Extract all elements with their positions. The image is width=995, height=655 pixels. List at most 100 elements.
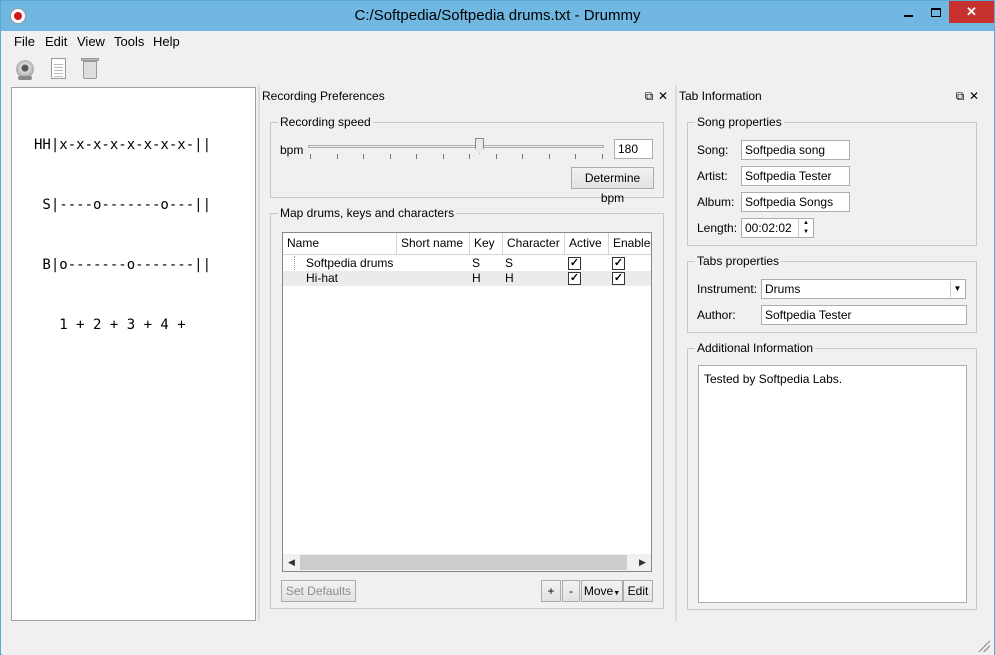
instrument-value: Drums — [765, 282, 801, 296]
chevron-down-icon[interactable]: ▼ — [950, 281, 964, 297]
table-row[interactable]: Softpedia drums S S ✓ ✓ — [283, 256, 651, 271]
move-button[interactable]: Move▼ — [581, 580, 623, 602]
slider-tick — [443, 154, 444, 159]
tab-line-bass: B|o-------o-------|| — [34, 257, 212, 273]
instrument-select[interactable]: Drums ▼ — [761, 279, 966, 299]
tab-text: HH|x-x-x-x-x-x-x-x-|| S|----o-------o---… — [34, 95, 211, 375]
song-field[interactable]: Softpedia song — [741, 140, 850, 160]
artist-field[interactable]: Softpedia Tester — [741, 166, 850, 186]
enabled-checkbox[interactable]: ✓ — [612, 272, 625, 285]
close-panel-icon[interactable]: ✕ — [967, 87, 981, 105]
slider-tick — [549, 154, 550, 159]
recording-panel-title: Recording Preferences — [262, 89, 385, 103]
maximize-button[interactable] — [922, 1, 949, 23]
record-button[interactable] — [13, 57, 37, 81]
col-short-name[interactable]: Short name — [397, 233, 470, 255]
menu-file[interactable]: File — [14, 34, 35, 49]
menu-view[interactable]: View — [77, 34, 105, 49]
slider-tick — [310, 154, 311, 159]
length-spinner-icon[interactable]: ▲ ▼ — [798, 219, 813, 237]
menu-help[interactable]: Help — [153, 34, 180, 49]
resize-grip-icon[interactable] — [978, 640, 990, 652]
col-name[interactable]: Name — [283, 233, 397, 255]
horizontal-scrollbar[interactable]: ◀ ▶ — [283, 554, 651, 571]
clear-button[interactable] — [78, 57, 102, 81]
col-active[interactable]: Active — [565, 233, 609, 255]
slider-tick — [602, 154, 603, 159]
menu-tools[interactable]: Tools — [114, 34, 144, 49]
row-key: H — [472, 271, 481, 285]
enabled-checkbox[interactable]: ✓ — [612, 257, 625, 270]
splitter-left[interactable] — [258, 85, 260, 621]
row-name: Softpedia drums — [306, 256, 394, 270]
scroll-left-icon[interactable]: ◀ — [283, 554, 300, 571]
add-row-button[interactable]: + — [541, 580, 561, 602]
bpm-input[interactable]: 180 — [614, 139, 653, 159]
col-character[interactable]: Character — [503, 233, 565, 255]
title-bar: C:/Softpedia/Softpedia drums.txt - Drumm… — [1, 1, 994, 31]
window-title: C:/Softpedia/Softpedia drums.txt - Drumm… — [354, 7, 641, 24]
splitter-right[interactable] — [675, 85, 677, 621]
drum-map-table[interactable]: Name Short name Key Character Active Ena… — [282, 232, 652, 572]
col-key[interactable]: Key — [470, 233, 503, 255]
close-icon: ✕ — [966, 4, 977, 19]
slider-tick — [416, 154, 417, 159]
row-key: S — [472, 256, 481, 270]
slider-tick — [363, 154, 364, 159]
tabinfo-panel-header: Tab Information ⧉ ✕ — [679, 87, 985, 105]
row-character: H — [505, 271, 514, 285]
song-properties-label: Song properties — [695, 115, 784, 129]
length-value: 00:02:02 — [745, 221, 792, 235]
determine-bpm-button[interactable]: Determine bpm — [571, 167, 654, 205]
album-field[interactable]: Softpedia Songs — [741, 192, 850, 212]
status-bar — [2, 631, 994, 655]
author-label: Author: — [697, 308, 736, 322]
recording-panel-header: Recording Preferences ⧉ ✕ — [262, 87, 674, 105]
instrument-label: Instrument: — [697, 282, 758, 296]
close-panel-icon[interactable]: ✕ — [656, 87, 670, 105]
float-icon[interactable]: ⧉ — [642, 87, 656, 105]
bpm-slider[interactable] — [308, 145, 604, 148]
song-label: Song: — [697, 143, 729, 157]
length-field[interactable]: 00:02:02 ▲ ▼ — [741, 218, 814, 238]
tabinfo-panel-title: Tab Information — [679, 89, 762, 103]
slider-tick — [390, 154, 391, 159]
additional-info-textarea[interactable]: Tested by Softpedia Labs. — [698, 365, 967, 603]
author-field[interactable]: Softpedia Tester — [761, 305, 967, 325]
remove-row-button[interactable]: - — [562, 580, 580, 602]
tab-line-count: 1 + 2 + 3 + 4 + — [34, 317, 186, 333]
tab-line-hihat: HH|x-x-x-x-x-x-x-x-|| — [34, 137, 212, 153]
new-tab-button[interactable] — [46, 57, 70, 81]
row-name: Hi-hat — [306, 271, 339, 285]
chevron-down-icon: ▼ — [613, 590, 621, 597]
trash-icon — [83, 61, 97, 79]
minimize-button[interactable] — [895, 1, 922, 23]
active-checkbox[interactable]: ✓ — [568, 257, 581, 270]
slider-tick — [469, 154, 470, 159]
slider-tick — [522, 154, 523, 159]
slider-tick — [496, 154, 497, 159]
artist-label: Artist: — [697, 169, 728, 183]
active-checkbox[interactable]: ✓ — [568, 272, 581, 285]
recording-speed-label: Recording speed — [278, 115, 373, 129]
table-row[interactable]: Hi-hat H H ✓ ✓ — [283, 271, 651, 286]
length-label: Length: — [697, 221, 738, 235]
new-document-icon — [51, 58, 66, 79]
album-label: Album: — [697, 195, 735, 209]
tabs-properties-label: Tabs properties — [695, 254, 782, 268]
tab-editor[interactable]: HH|x-x-x-x-x-x-x-x-|| S|----o-------o---… — [11, 87, 256, 621]
scroll-thumb[interactable] — [300, 555, 627, 570]
float-icon[interactable]: ⧉ — [953, 87, 967, 105]
minimize-icon — [904, 14, 913, 17]
scroll-right-icon[interactable]: ▶ — [634, 554, 651, 571]
menu-bar: File Edit View Tools Help — [2, 31, 994, 53]
record-icon-base — [18, 76, 32, 80]
edit-row-button[interactable]: Edit — [623, 580, 653, 602]
set-defaults-button[interactable]: Set Defaults — [281, 580, 356, 602]
close-button[interactable]: ✕ — [949, 1, 994, 23]
app-window: C:/Softpedia/Softpedia drums.txt - Drumm… — [0, 0, 995, 655]
col-enabled[interactable]: Enabled — [609, 233, 651, 255]
move-label: Move — [583, 584, 614, 598]
slider-tick — [575, 154, 576, 159]
menu-edit[interactable]: Edit — [45, 34, 67, 49]
